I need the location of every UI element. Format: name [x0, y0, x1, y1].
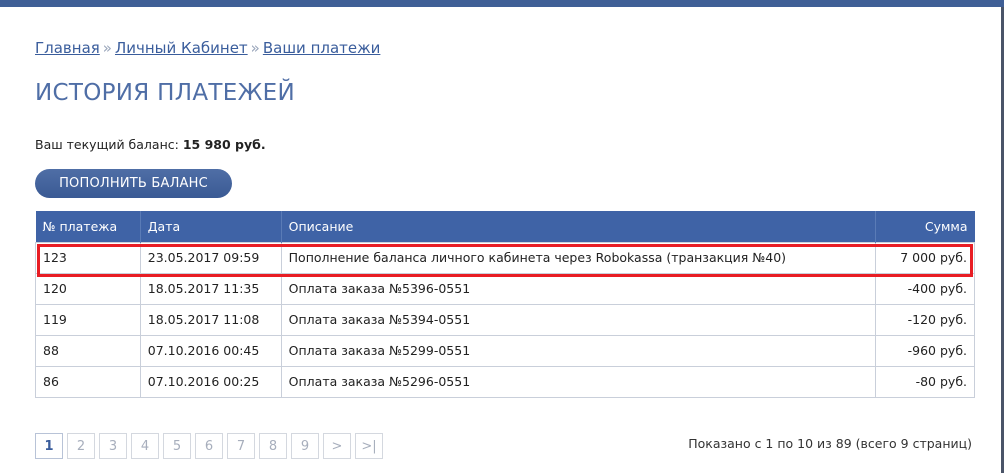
page-3-button[interactable]: 3: [99, 433, 127, 459]
breadcrumb-separator: »: [250, 39, 260, 57]
page-6-button[interactable]: 6: [195, 433, 223, 459]
cell-date: 07.10.2016 00:25: [139, 365, 282, 398]
cell-description: Оплата заказа №5396-0551: [280, 272, 877, 305]
cell-date: 07.10.2016 00:45: [139, 334, 282, 367]
next-page-button[interactable]: >: [323, 433, 351, 459]
cell-payment-number: 120: [35, 272, 141, 305]
cell-payment-number: 123: [35, 241, 141, 274]
payments-table: № платежа Дата Описание Сумма 123 23.05.…: [35, 211, 975, 398]
cell-date: 18.05.2017 11:08: [139, 303, 282, 336]
pagination: 1 2 3 4 5 6 7 8 9 > >|: [35, 433, 383, 459]
topup-balance-button[interactable]: ПОПОЛНИТЬ БАЛАНС: [35, 169, 232, 198]
table-row: 119 18.05.2017 11:08 Оплата заказа №5394…: [35, 303, 975, 336]
table-row: 88 07.10.2016 00:45 Оплата заказа №5299-…: [35, 334, 975, 367]
top-bar: [0, 0, 1004, 7]
cell-description: Оплата заказа №5394-0551: [280, 303, 877, 336]
page-5-button[interactable]: 5: [163, 433, 191, 459]
last-page-button[interactable]: >|: [355, 433, 383, 459]
cell-amount: -400 руб.: [875, 272, 975, 305]
page-2-button[interactable]: 2: [67, 433, 95, 459]
breadcrumb-account-link[interactable]: Личный Кабинет: [115, 39, 248, 57]
page-7-button[interactable]: 7: [227, 433, 255, 459]
breadcrumb-separator: »: [102, 39, 112, 57]
page-4-button[interactable]: 4: [131, 433, 159, 459]
table-row: 123 23.05.2017 09:59 Пополнение баланса …: [35, 241, 975, 274]
cell-amount: -80 руб.: [875, 365, 975, 398]
pagination-summary: Показано с 1 по 10 из 89 (всего 9 страни…: [688, 436, 972, 451]
cell-description: Оплата заказа №5299-0551: [280, 334, 877, 367]
header-description[interactable]: Описание: [280, 211, 876, 242]
header-date[interactable]: Дата: [139, 211, 282, 242]
page-8-button[interactable]: 8: [259, 433, 287, 459]
cell-date: 23.05.2017 09:59: [139, 241, 282, 274]
cell-amount: -120 руб.: [875, 303, 975, 336]
table-header-row: № платежа Дата Описание Сумма: [35, 211, 975, 242]
cell-payment-number: 86: [35, 365, 141, 398]
cell-description: Оплата заказа №5296-0551: [280, 365, 877, 398]
cell-payment-number: 119: [35, 303, 141, 336]
cell-payment-number: 88: [35, 334, 141, 367]
header-amount[interactable]: Сумма: [875, 211, 975, 242]
cell-amount: -960 руб.: [875, 334, 975, 367]
cell-amount: 7 000 руб.: [875, 241, 975, 274]
header-payment-number[interactable]: № платежа: [35, 211, 141, 242]
page-1-button[interactable]: 1: [35, 433, 63, 459]
breadcrumb-payments-link[interactable]: Ваши платежи: [263, 39, 381, 57]
table-row: 86 07.10.2016 00:25 Оплата заказа №5296-…: [35, 365, 975, 398]
page-title: ИСТОРИЯ ПЛАТЕЖЕЙ: [35, 80, 296, 106]
balance-value: 15 980 руб.: [182, 137, 266, 152]
balance-label: Ваш текущий баланс:: [35, 137, 179, 152]
page-9-button[interactable]: 9: [291, 433, 319, 459]
balance-info: Ваш текущий баланс: 15 980 руб.: [35, 137, 266, 152]
breadcrumb-home-link[interactable]: Главная: [35, 39, 100, 57]
cell-description: Пополнение баланса личного кабинета чере…: [280, 241, 877, 274]
breadcrumb: Главная» Личный Кабинет» Ваши платежи: [35, 39, 380, 57]
cell-date: 18.05.2017 11:35: [139, 272, 282, 305]
table-row: 120 18.05.2017 11:35 Оплата заказа №5396…: [35, 272, 975, 305]
